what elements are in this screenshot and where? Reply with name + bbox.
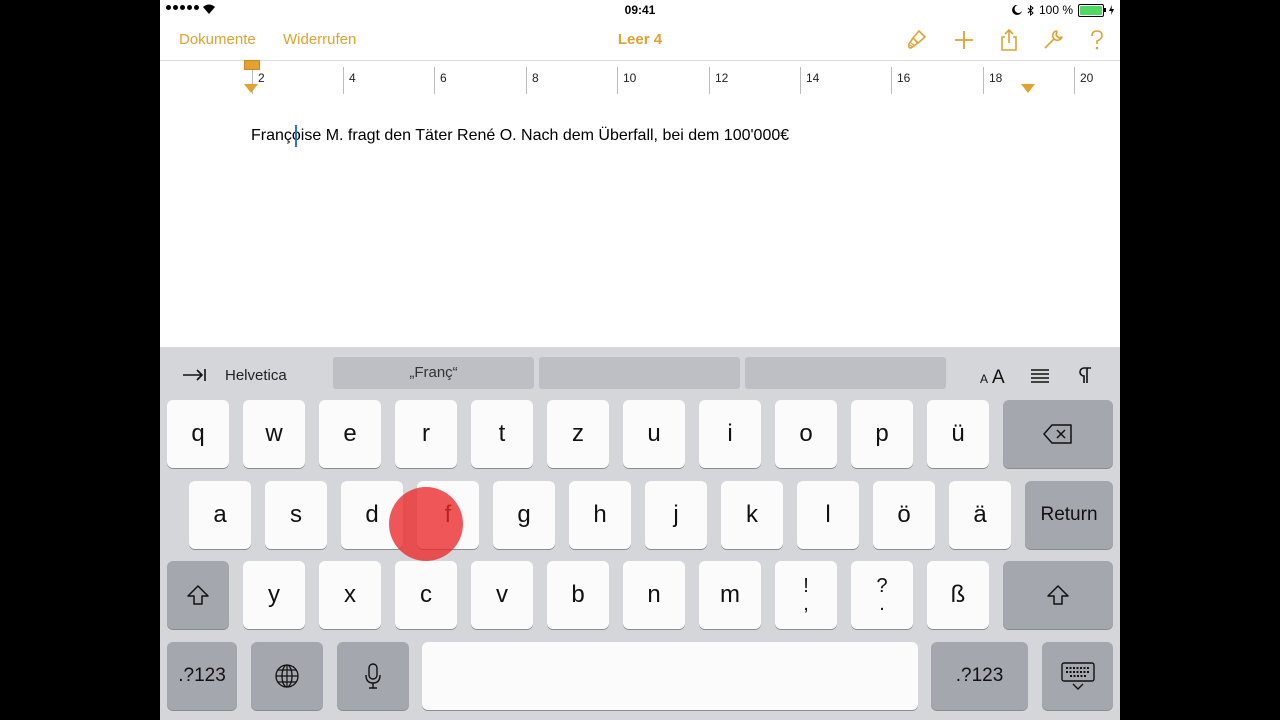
delete-key[interactable] xyxy=(1003,400,1113,468)
bluetooth-icon xyxy=(1027,4,1034,16)
key-exclamation-comma[interactable]: ! , xyxy=(775,561,837,629)
add-icon[interactable] xyxy=(952,28,976,52)
key-d[interactable]: d xyxy=(341,481,403,549)
first-line-indent-marker[interactable] xyxy=(244,60,260,70)
key-k[interactable]: k xyxy=(721,481,783,549)
battery-percent: 100 % xyxy=(1038,3,1073,17)
key-o-umlaut[interactable]: ö xyxy=(873,481,935,549)
ruler-label: 10 xyxy=(623,71,637,85)
left-indent-marker[interactable] xyxy=(244,84,258,93)
keyboard-dismiss-icon xyxy=(1060,662,1095,690)
key-u[interactable]: u xyxy=(623,400,685,468)
return-key[interactable]: Return xyxy=(1025,481,1113,549)
charging-icon xyxy=(1109,5,1114,15)
key-bottom-char: . xyxy=(879,593,885,615)
key-eszett[interactable]: ß xyxy=(927,561,989,629)
shift-right-key[interactable] xyxy=(1003,561,1113,629)
key-c[interactable]: c xyxy=(395,561,457,629)
right-indent-marker[interactable] xyxy=(1021,84,1035,93)
key-e[interactable]: e xyxy=(319,400,381,468)
align-icon[interactable] xyxy=(1030,368,1050,384)
ruler-label: 12 xyxy=(715,71,729,85)
key-y[interactable]: y xyxy=(243,561,305,629)
document-text[interactable]: Françoise M. fragt den Täter René O. Nac… xyxy=(251,127,789,145)
moon-icon xyxy=(1012,5,1022,15)
ruler-label: 6 xyxy=(440,71,447,85)
paintbrush-icon[interactable] xyxy=(905,28,929,52)
key-l[interactable]: l xyxy=(797,481,859,549)
key-q[interactable]: q xyxy=(167,400,229,468)
ruler-label: 20 xyxy=(1080,71,1094,85)
help-icon[interactable] xyxy=(1085,28,1109,52)
dismiss-keyboard-key[interactable] xyxy=(1042,642,1113,710)
navigation-bar: Dokumente Widerrufen Leer 4 xyxy=(160,20,1120,60)
svg-text:A: A xyxy=(980,372,988,385)
status-bar: 09:41 100 % xyxy=(160,0,1120,20)
dictation-key[interactable] xyxy=(337,642,409,710)
wrench-icon[interactable] xyxy=(1041,28,1065,52)
key-o[interactable]: o xyxy=(775,400,837,468)
text-cursor xyxy=(295,125,297,147)
key-question-period[interactable]: ? . xyxy=(851,561,913,629)
key-v[interactable]: v xyxy=(471,561,533,629)
pilcrow-icon[interactable] xyxy=(1078,367,1092,384)
globe-icon xyxy=(275,664,299,688)
numbers-right-key[interactable]: .?123 xyxy=(931,642,1028,710)
document-title: Leer 4 xyxy=(617,31,663,48)
document-canvas[interactable]: Françoise M. fragt den Täter René O. Nac… xyxy=(160,95,1120,347)
suggestion-1[interactable]: „Franç“ xyxy=(333,357,534,389)
battery-icon xyxy=(1078,3,1106,17)
suggestion-2[interactable] xyxy=(539,357,740,389)
key-n[interactable]: n xyxy=(623,561,685,629)
key-r[interactable]: r xyxy=(395,400,457,468)
key-i[interactable]: i xyxy=(699,400,761,468)
ruler-label: 14 xyxy=(806,71,820,85)
key-a[interactable]: a xyxy=(189,481,251,549)
key-w[interactable]: w xyxy=(243,400,305,468)
key-m[interactable]: m xyxy=(699,561,761,629)
key-s[interactable]: s xyxy=(265,481,327,549)
key-h[interactable]: h xyxy=(569,481,631,549)
ruler-label: 8 xyxy=(532,71,539,85)
key-p[interactable]: p xyxy=(851,400,913,468)
svg-text:A: A xyxy=(992,367,1005,385)
ruler-label: 4 xyxy=(349,71,356,85)
key-b[interactable]: b xyxy=(547,561,609,629)
key-t[interactable]: t xyxy=(471,400,533,468)
key-g[interactable]: g xyxy=(493,481,555,549)
tab-indent-icon[interactable] xyxy=(182,368,208,382)
shift-icon xyxy=(1047,585,1069,605)
suggestion-3[interactable] xyxy=(745,357,946,389)
status-time: 09:41 xyxy=(624,3,656,17)
font-size-icon[interactable]: A A xyxy=(980,367,1010,385)
numbers-left-key[interactable]: .?123 xyxy=(167,642,237,710)
ipad-screen: 09:41 100 % Dokumente Widerrufen Leer 4 xyxy=(160,0,1120,720)
ruler-label: 16 xyxy=(897,71,911,85)
key-bottom-char: , xyxy=(803,593,809,615)
shift-left-key[interactable] xyxy=(167,561,229,629)
microphone-icon xyxy=(365,663,381,689)
font-name-button[interactable]: Helvetica xyxy=(225,367,287,384)
shortcut-bar: Helvetica „Franç“ A A xyxy=(160,347,1120,397)
ruler-label: 18 xyxy=(989,71,1003,85)
space-key[interactable] xyxy=(422,642,918,710)
backspace-icon xyxy=(1043,424,1072,444)
key-f[interactable]: f xyxy=(417,481,479,549)
share-icon[interactable] xyxy=(997,28,1021,52)
ruler[interactable]: 2 4 6 8 10 12 14 16 18 20 xyxy=(160,60,1120,96)
key-j[interactable]: j xyxy=(645,481,707,549)
keyboard: Helvetica „Franç“ A A q w e r t z u i o … xyxy=(160,347,1120,720)
key-u-umlaut[interactable]: ü xyxy=(927,400,989,468)
key-a-umlaut[interactable]: ä xyxy=(949,481,1011,549)
globe-key[interactable] xyxy=(251,642,323,710)
ruler-label: 2 xyxy=(258,71,265,85)
key-x[interactable]: x xyxy=(319,561,381,629)
shift-icon xyxy=(187,585,209,605)
key-z[interactable]: z xyxy=(547,400,609,468)
